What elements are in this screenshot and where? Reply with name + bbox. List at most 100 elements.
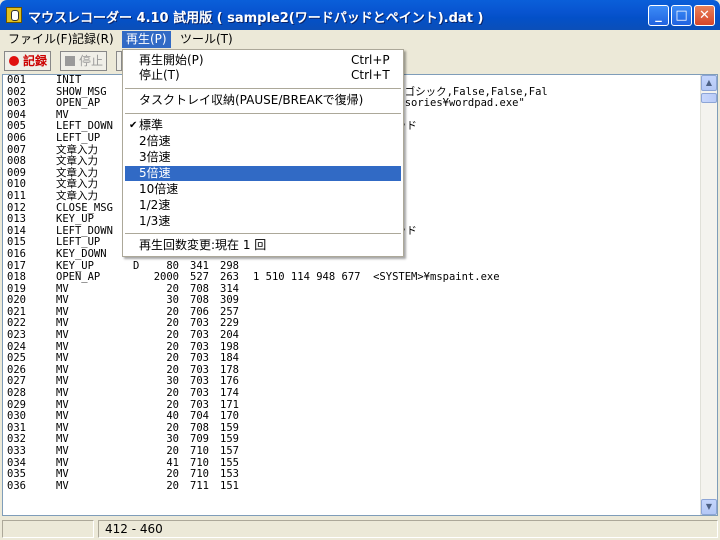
row-number: 011 bbox=[7, 189, 26, 202]
menu-item-tray[interactable]: タスクトレイ収納(PAUSE/BREAKで復帰) bbox=[125, 93, 401, 108]
speed-label: 5倍速 bbox=[139, 166, 171, 180]
menu-item-speed[interactable]: ✔ 標準 bbox=[125, 118, 401, 133]
row-number: 008 bbox=[7, 155, 26, 168]
speed-label: 10倍速 bbox=[139, 182, 179, 196]
table-row[interactable]: 031 MV 20 708 159 bbox=[3, 422, 699, 435]
row-x: 527 bbox=[190, 271, 209, 284]
table-row[interactable]: 034 MV 41 710 155 bbox=[3, 457, 699, 470]
row-command: LEFT_UP bbox=[56, 131, 101, 144]
row-number: 013 bbox=[7, 213, 26, 226]
table-row[interactable]: 019 MV 20 708 314 bbox=[3, 283, 699, 296]
table-row[interactable]: 027 MV 30 703 176 bbox=[3, 376, 699, 388]
menu-play[interactable]: 再生(P) bbox=[122, 31, 171, 48]
row-command: MV bbox=[56, 387, 69, 400]
row-time: 20 bbox=[166, 479, 179, 492]
row-y: 157 bbox=[220, 445, 239, 457]
menu-bar: ファイル(F) 記録(R) 再生(P) ツール(T) bbox=[0, 30, 720, 49]
table-row[interactable]: 029 MV 20 703 171 bbox=[3, 399, 699, 412]
scroll-up-arrow-icon[interactable]: ▲ bbox=[701, 75, 717, 91]
row-number: 036 bbox=[7, 479, 26, 492]
speed-label: 1/3速 bbox=[139, 214, 171, 228]
menu-item-repeat-count[interactable]: 再生回数変更:現在 1 回 bbox=[125, 238, 401, 253]
record-button[interactable]: 記録 bbox=[4, 51, 52, 71]
row-y: 151 bbox=[220, 479, 239, 492]
table-row[interactable]: 036 MV 20 711 151 bbox=[3, 479, 699, 493]
row-number: 028 bbox=[7, 387, 26, 400]
maximize-button[interactable]: □ bbox=[671, 5, 692, 26]
menu-item-stop[interactable]: 停止(T) Ctrl+T bbox=[125, 68, 401, 83]
row-number: 001 bbox=[7, 74, 26, 86]
minimize-button[interactable]: _ bbox=[648, 5, 669, 26]
table-row[interactable]: 033 MV 20 710 157 bbox=[3, 445, 699, 458]
play-start-shortcut: Ctrl+P bbox=[351, 53, 390, 67]
stop-item-shortcut: Ctrl+T bbox=[351, 68, 390, 82]
row-time: 20 bbox=[166, 445, 179, 457]
table-row[interactable]: 032 MV 30 709 159 bbox=[3, 434, 699, 446]
table-row[interactable]: 025 MV 20 703 184 bbox=[3, 353, 699, 365]
mouse-app-icon[interactable] bbox=[6, 7, 22, 23]
menu-tools[interactable]: ツール(T) bbox=[176, 31, 237, 48]
row-command: 文章入力 bbox=[56, 155, 98, 168]
repeat-label: 再生回数変更:現在 1 回 bbox=[139, 238, 267, 252]
table-row[interactable]: 018 OPEN_AP 2000 527 263 1 510 114 948 677 <S… bbox=[3, 271, 699, 284]
scroll-thumb[interactable] bbox=[701, 93, 717, 103]
tray-label: タスクトレイ収納(PAUSE/BREAKで復帰) bbox=[139, 93, 364, 107]
stop-label: 停止 bbox=[79, 54, 104, 68]
menu-item-play-start[interactable]: 再生開始(P) Ctrl+P bbox=[125, 53, 401, 68]
menu-item-speed[interactable]: 5倍速 bbox=[125, 166, 401, 181]
row-extra: 1 510 114 948 677 <SYSTEM>¥mspaint.exe bbox=[253, 271, 500, 284]
row-command: MV bbox=[56, 479, 69, 492]
row-x: 711 bbox=[190, 479, 209, 492]
table-row[interactable]: 030 MV 40 704 170 bbox=[3, 411, 699, 423]
row-command: KEY_DOWN bbox=[56, 247, 107, 260]
table-row[interactable]: 023 MV 20 703 204 bbox=[3, 329, 699, 342]
window-title: マウスレコーダー 4.10 試用版 ( sample2(ワードパッドとペイント)… bbox=[28, 11, 484, 26]
row-time: 20 bbox=[166, 387, 179, 400]
row-command: KEY_UP bbox=[56, 213, 94, 226]
menu-item-speed[interactable]: 2倍速 bbox=[125, 134, 401, 149]
row-y: 204 bbox=[220, 329, 239, 342]
row-time: 2000 bbox=[153, 271, 179, 284]
row-command: MV bbox=[56, 445, 69, 457]
row-flag: D bbox=[133, 259, 140, 272]
table-row[interactable]: 035 MV 20 710 153 bbox=[3, 469, 699, 481]
table-row[interactable]: 026 MV 20 703 178 bbox=[3, 364, 699, 377]
row-x: 703 bbox=[190, 387, 209, 400]
menu-separator bbox=[125, 88, 401, 89]
row-number: 018 bbox=[7, 271, 26, 284]
menu-item-speed[interactable]: 3倍速 bbox=[125, 150, 401, 165]
table-row[interactable]: 024 MV 20 703 198 bbox=[3, 341, 699, 354]
row-command: OPEN_AP bbox=[56, 271, 101, 284]
table-row[interactable]: 028 MV 20 703 174 bbox=[3, 387, 699, 400]
status-pane-left bbox=[2, 520, 94, 538]
menu-separator bbox=[125, 233, 401, 234]
row-x: 710 bbox=[190, 445, 209, 457]
row-command: 文章入力 bbox=[56, 189, 98, 202]
row-x: 703 bbox=[190, 329, 209, 342]
menu-item-speed[interactable]: 1/2速 bbox=[125, 198, 401, 213]
speed-label: 2倍速 bbox=[139, 134, 171, 148]
table-row[interactable]: 021 MV 20 706 257 bbox=[3, 306, 699, 319]
menu-file[interactable]: ファイル(F) bbox=[4, 31, 76, 48]
menu-record[interactable]: 記録(R) bbox=[68, 31, 118, 48]
status-coords: 412 - 460 bbox=[98, 520, 718, 538]
table-row[interactable]: 022 MV 20 703 229 bbox=[3, 318, 699, 330]
status-bar: 412 - 460 bbox=[0, 518, 720, 540]
table-row[interactable]: 020 MV 30 708 309 bbox=[3, 295, 699, 307]
vertical-scrollbar[interactable]: ▲ ▼ bbox=[700, 75, 717, 515]
close-button[interactable]: ✕ bbox=[694, 5, 715, 26]
row-number: 033 bbox=[7, 445, 26, 457]
play-start-label: 再生開始(P) bbox=[139, 53, 204, 67]
row-number: 023 bbox=[7, 329, 26, 342]
speed-label: 3倍速 bbox=[139, 150, 171, 164]
speed-label: 1/2速 bbox=[139, 198, 171, 212]
menu-item-speed[interactable]: 1/3速 bbox=[125, 214, 401, 229]
row-number: 006 bbox=[7, 131, 26, 144]
row-time: 20 bbox=[166, 329, 179, 342]
scroll-down-arrow-icon[interactable]: ▼ bbox=[701, 499, 717, 515]
play-menu-dropdown: 再生開始(P) Ctrl+P 停止(T) Ctrl+T タスクトレイ収納(PAU… bbox=[122, 49, 404, 257]
title-bar: マウスレコーダー 4.10 試用版 ( sample2(ワードパッドとペイント)… bbox=[0, 0, 720, 30]
stop-button[interactable]: 停止 bbox=[60, 51, 108, 71]
row-y: 263 bbox=[220, 271, 239, 284]
menu-item-speed[interactable]: 10倍速 bbox=[125, 182, 401, 197]
